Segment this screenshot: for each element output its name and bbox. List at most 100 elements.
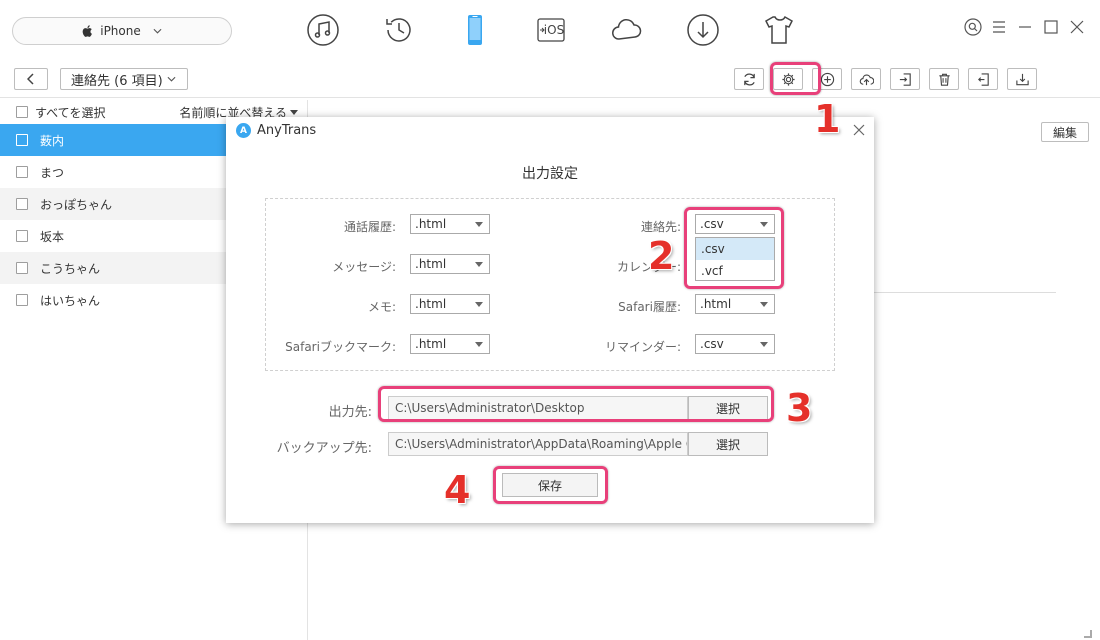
step-number-2: 2 <box>648 234 675 278</box>
trash-icon <box>938 73 950 86</box>
contact-checkbox[interactable] <box>16 166 28 178</box>
backup-path-field[interactable]: C:\Users\Administrator\AppData\Roaming\A… <box>388 432 688 456</box>
dialog-title-bar: A AnyTrans <box>236 123 316 138</box>
minimize-icon[interactable] <box>1016 18 1034 36</box>
divider <box>860 292 1056 293</box>
settings-highlight <box>770 62 821 95</box>
import-button[interactable] <box>968 68 998 90</box>
nav-ios-label: iOS <box>543 23 565 37</box>
nav-cloud[interactable] <box>604 10 650 50</box>
back-button[interactable] <box>14 68 48 90</box>
contact-name: はいちゃん <box>40 293 101 308</box>
search-icon[interactable] <box>964 18 982 36</box>
contact-name: 坂本 <box>40 229 65 244</box>
safari-history-label: Safari履歴: <box>618 300 681 314</box>
export-settings-dialog: A AnyTrans 出力設定 通話履歴: .html メッセージ: .html… <box>226 117 874 523</box>
chevron-down-icon <box>167 76 176 82</box>
nav-history[interactable] <box>376 10 422 50</box>
cloud-upload-button[interactable] <box>851 68 881 90</box>
transfer-button[interactable] <box>1007 68 1037 90</box>
select-all-checkbox[interactable] <box>16 106 28 118</box>
device-selector[interactable]: iPhone <box>12 17 232 45</box>
notes-label: メモ: <box>367 300 396 314</box>
notes-format-select[interactable]: .html <box>410 294 490 314</box>
cloud-upload-icon <box>859 73 874 85</box>
contact-name: 薮内 <box>40 133 65 148</box>
chevron-left-icon <box>27 73 34 85</box>
contact-name: こうちゃん <box>40 261 101 276</box>
dropdown-arrow-icon <box>475 222 483 227</box>
caret-down-icon <box>290 110 298 115</box>
step-number-1: 1 <box>814 97 841 141</box>
top-bar: iPhone iOS <box>0 0 1100 60</box>
toolbar: 連絡先 (6 項目) <box>0 62 1100 98</box>
phone-icon <box>468 15 482 45</box>
delete-button[interactable] <box>929 68 959 90</box>
safari-bookmarks-format-value: .html <box>415 337 447 351</box>
refresh-icon <box>743 72 755 86</box>
contact-checkbox[interactable] <box>16 198 28 210</box>
main-nav: iOS <box>300 10 802 50</box>
messages-format-value: .html <box>415 257 447 271</box>
output-path-highlight <box>378 386 774 422</box>
call-history-label: 通話履歴: <box>343 220 396 234</box>
safari-history-format-select[interactable]: .html <box>695 294 775 314</box>
safari-history-format-value: .html <box>700 297 732 311</box>
backup-choose-button[interactable]: 選択 <box>688 432 768 456</box>
step-number-3: 3 <box>786 386 813 430</box>
dialog-heading: 出力設定 <box>522 166 578 182</box>
cloud-icon <box>612 19 642 40</box>
nav-tshirt[interactable] <box>756 10 802 50</box>
chevron-down-icon <box>153 28 162 34</box>
add-icon <box>820 72 834 86</box>
category-selector[interactable]: 連絡先 (6 項目) <box>60 68 188 90</box>
export-button[interactable] <box>890 68 920 90</box>
contact-checkbox[interactable] <box>16 262 28 274</box>
tshirt-icon <box>765 15 793 44</box>
contacts-label: 連絡先: <box>640 220 681 234</box>
messages-format-select[interactable]: .html <box>410 254 490 274</box>
window-controls <box>964 18 1086 36</box>
select-all-label: すべてを選択 <box>35 105 106 120</box>
edit-button[interactable]: 編集 <box>1041 122 1089 142</box>
contact-name: まつ <box>40 165 65 180</box>
apple-icon <box>82 25 93 37</box>
nav-device[interactable] <box>452 10 498 50</box>
resize-grip-icon[interactable] <box>1084 630 1092 638</box>
call-history-format-value: .html <box>415 217 447 231</box>
messages-label: メッセージ: <box>332 260 396 274</box>
transfer-icon <box>1015 73 1029 85</box>
backup-path-label: バックアップ先: <box>276 441 372 456</box>
refresh-button[interactable] <box>734 68 764 90</box>
step-number-4: 4 <box>444 468 471 512</box>
dropdown-arrow-icon <box>475 302 483 307</box>
dropdown-arrow-icon <box>475 262 483 267</box>
dropdown-arrow-icon <box>760 342 768 347</box>
notes-format-value: .html <box>415 297 447 311</box>
safari-bookmarks-format-select[interactable]: .html <box>410 334 490 354</box>
reminders-format-value: .csv <box>700 337 724 351</box>
maximize-icon[interactable] <box>1042 18 1060 36</box>
reminders-label: リマインダー: <box>604 340 681 354</box>
contact-checkbox[interactable] <box>16 134 28 146</box>
download-icon <box>687 14 719 46</box>
close-icon[interactable] <box>852 123 866 137</box>
save-highlight <box>493 466 608 504</box>
nav-ios[interactable]: iOS <box>528 10 574 50</box>
dialog-title: AnyTrans <box>257 123 317 138</box>
menu-icon[interactable] <box>990 18 1008 36</box>
output-path-label: 出力先: <box>328 405 372 420</box>
nav-download[interactable] <box>680 10 726 50</box>
anytrans-logo-icon: A <box>236 123 251 138</box>
import-icon <box>977 72 989 86</box>
nav-music[interactable] <box>300 10 346 50</box>
category-label: 連絡先 (6 項目) <box>71 73 163 89</box>
reminders-format-select[interactable]: .csv <box>695 334 775 354</box>
call-history-format-select[interactable]: .html <box>410 214 490 234</box>
contact-checkbox[interactable] <box>16 294 28 306</box>
device-name: iPhone <box>100 24 141 38</box>
dropdown-highlight <box>684 207 784 289</box>
contact-checkbox[interactable] <box>16 230 28 242</box>
history-icon <box>386 18 411 42</box>
close-icon[interactable] <box>1068 18 1086 36</box>
